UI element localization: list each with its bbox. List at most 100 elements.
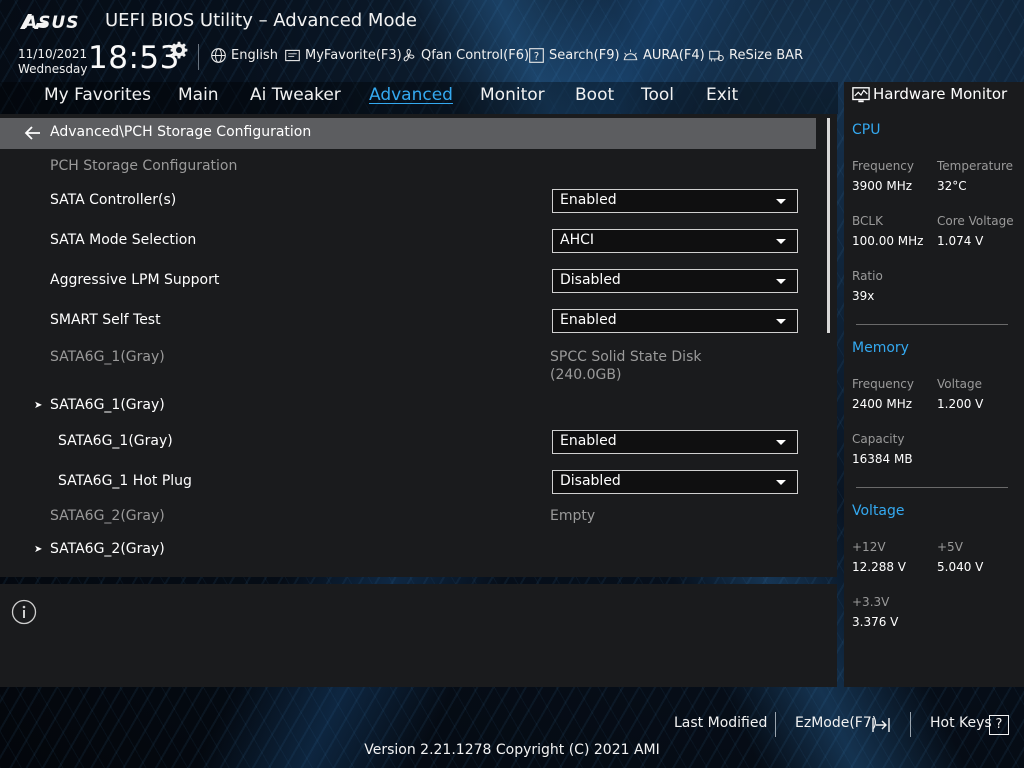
footer-divider	[910, 712, 911, 737]
resize-bar-icon	[709, 50, 724, 62]
memory-voltage-value: 1.200 V	[937, 397, 984, 411]
lpm-value: Disabled	[560, 272, 621, 288]
sata6g1-enable-label: SATA6G_1(Gray)	[58, 433, 173, 449]
sata6g1-submenu[interactable]: SATA6G_1(Gray)	[50, 397, 165, 413]
info-icon	[11, 599, 37, 625]
sata6g1-device: SPCC Solid State Disk (240.0GB)	[550, 348, 701, 384]
sata6g1-hotplug-select[interactable]: Disabled	[552, 470, 798, 494]
v5-value: 5.040 V	[937, 560, 984, 574]
aura-icon	[623, 49, 638, 61]
qfan-label: Qfan Control(F6)	[421, 48, 530, 63]
dropdown-caret-icon	[776, 440, 786, 445]
sata-controllers-label: SATA Controller(s)	[50, 192, 177, 208]
aura-label: AURA(F4)	[643, 48, 705, 63]
search-button[interactable]: ? Search(F9)	[528, 47, 620, 64]
cpu-frequency-value: 3900 MHz	[852, 179, 913, 193]
myfavorite-button[interactable]: MyFavorite(F3)	[284, 47, 402, 64]
sata6g1-enable-value: Enabled	[560, 433, 617, 449]
memory-frequency-label: Frequency	[852, 377, 914, 391]
cpu-temperature-value: 32°C	[937, 179, 967, 193]
sata6g1-enable-select[interactable]: Enabled	[552, 430, 798, 454]
hardware-monitor-title: Hardware Monitor	[873, 85, 1008, 103]
v12-label: +12V	[852, 540, 886, 554]
memory-voltage-label: Voltage	[937, 377, 983, 391]
v33-value: 3.376 V	[852, 615, 899, 629]
section-divider	[856, 324, 1008, 325]
dropdown-caret-icon	[776, 279, 786, 284]
memory-heading: Memory	[852, 340, 909, 356]
sata-mode-value: AHCI	[560, 232, 595, 248]
lpm-select[interactable]: Disabled	[552, 269, 798, 293]
cpu-temperature-label: Temperature	[937, 159, 1014, 173]
search-icon: ?	[529, 48, 544, 63]
favorite-icon	[285, 49, 300, 62]
version-text: Version 2.21.1278 Copyright (C) 2021 AMI	[364, 742, 660, 758]
footer-divider	[775, 712, 776, 737]
sata6g1-hotplug-value: Disabled	[560, 473, 621, 489]
smart-label: SMART Self Test	[50, 312, 161, 328]
sata6g2-info-label: SATA6G_2(Gray)	[50, 508, 165, 524]
scrollbar[interactable]	[827, 118, 830, 333]
svg-text:ASUS: ASUS	[22, 13, 79, 32]
capacity-value: 16384 MB	[852, 452, 913, 466]
asus-logo: ASUS	[20, 13, 79, 32]
date-text: 11/10/2021	[18, 47, 88, 61]
aura-button[interactable]: AURA(F4)	[622, 47, 705, 64]
tab-ai-tweaker[interactable]: Ai Tweaker	[250, 85, 341, 105]
v12-value: 12.288 V	[852, 560, 907, 574]
breadcrumb: Advanced\PCH Storage Configuration	[50, 124, 312, 140]
sata6g2-submenu[interactable]: SATA6G_2(Gray)	[50, 541, 165, 557]
cpu-frequency-label: Frequency	[852, 159, 914, 173]
bclk-label: BCLK	[852, 214, 883, 228]
sata6g1-device-name: SPCC Solid State Disk	[550, 349, 702, 365]
smart-value: Enabled	[560, 312, 617, 328]
search-label: Search(F9)	[549, 48, 620, 63]
v33-label: +3.3V	[852, 595, 890, 609]
ezmode-button[interactable]: EzMode(F7)	[795, 715, 877, 731]
date-display: 11/10/2021 Wednesday	[18, 47, 87, 77]
tab-my-favorites[interactable]: My Favorites	[44, 85, 151, 105]
qfan-button[interactable]: Qfan Control(F6)	[400, 47, 529, 64]
gear-icon[interactable]	[170, 41, 188, 59]
smart-select[interactable]: Enabled	[552, 309, 798, 333]
resize-bar-button[interactable]: ReSize BAR	[708, 47, 803, 64]
tab-main[interactable]: Main	[178, 85, 219, 105]
help-key-icon[interactable]: ?	[989, 715, 1009, 735]
exit-arrow-icon[interactable]	[872, 716, 890, 734]
resize-bar-label: ReSize BAR	[729, 48, 804, 63]
sata6g2-device: Empty	[550, 508, 596, 524]
bclk-value: 100.00 MHz	[852, 234, 924, 248]
fan-icon	[403, 48, 415, 62]
back-arrow-icon[interactable]	[24, 125, 42, 141]
dropdown-caret-icon	[776, 239, 786, 244]
capacity-label: Capacity	[852, 432, 905, 446]
sata-controllers-select[interactable]: Enabled	[552, 189, 798, 213]
sata-controllers-value: Enabled	[560, 192, 617, 208]
tab-tool[interactable]: Tool	[641, 85, 674, 105]
hot-keys-button[interactable]: Hot Keys	[930, 715, 992, 731]
tab-monitor[interactable]: Monitor	[480, 85, 545, 105]
help-panel	[0, 584, 837, 687]
core-voltage-label: Core Voltage	[937, 214, 1014, 228]
dropdown-caret-icon	[776, 480, 786, 485]
voltage-heading: Voltage	[852, 503, 905, 519]
weekday-text: Wednesday	[18, 62, 88, 76]
header-divider	[198, 44, 199, 70]
cpu-heading: CPU	[852, 122, 881, 138]
tab-advanced[interactable]: Advanced	[369, 85, 453, 105]
v5-label: +5V	[937, 540, 963, 554]
dropdown-caret-icon	[776, 199, 786, 204]
svg-text:?: ?	[534, 52, 539, 63]
sata6g1-device-size: (240.0GB)	[550, 367, 622, 383]
clock-display[interactable]: 18:53	[88, 40, 180, 76]
window-title: UEFI BIOS Utility – Advanced Mode	[105, 10, 417, 31]
language-button[interactable]: English	[210, 47, 278, 64]
tab-exit[interactable]: Exit	[706, 85, 738, 105]
memory-frequency-value: 2400 MHz	[852, 397, 913, 411]
globe-icon	[211, 48, 226, 63]
last-modified-button[interactable]: Last Modified	[674, 715, 767, 731]
tab-boot[interactable]: Boot	[575, 85, 614, 105]
core-voltage-value: 1.074 V	[937, 234, 984, 248]
expand-arrow-icon: ➤	[34, 544, 43, 555]
sata-mode-select[interactable]: AHCI	[552, 229, 798, 253]
